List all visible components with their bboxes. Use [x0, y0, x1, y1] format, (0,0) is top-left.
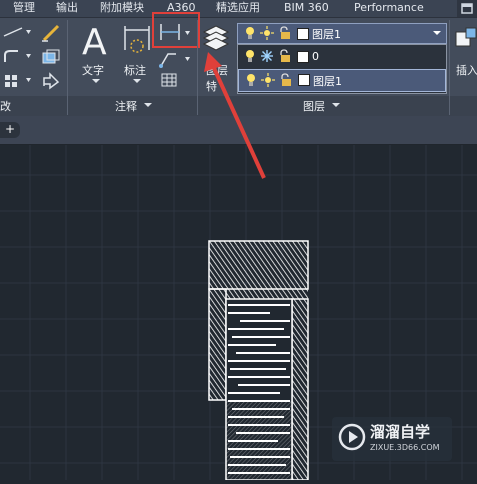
array-tool-icon[interactable] [2, 72, 32, 88]
menu-bar: 管理 输出 附加模块 A360 精选应用 BIM 360 Performance [0, 0, 477, 18]
line-tool-icon[interactable] [2, 24, 32, 40]
text-label: 文字 [82, 64, 104, 77]
layer-properties-icon[interactable] [202, 22, 232, 56]
unlock-icon [280, 49, 290, 62]
layer-option-name: 图层1 [313, 75, 342, 88]
layer-dropdown[interactable]: 图层1 [237, 23, 447, 44]
chevron-down-icon [144, 103, 152, 107]
menu-manage[interactable]: 管理 [13, 1, 35, 15]
watermark-url: ZIXUE.3D66.COM [370, 443, 440, 452]
text-icon: A [82, 22, 107, 63]
lightbulb-icon [246, 50, 254, 62]
linear-dimension-icon[interactable] [158, 22, 194, 42]
minimize-ribbon-icon [461, 3, 473, 14]
watermark: 溜溜自学 ZIXUE.3D66.COM [332, 417, 452, 461]
sun-icon [260, 26, 274, 40]
layer-color-swatch [298, 74, 310, 86]
layer-properties-label-2: 特 [206, 80, 217, 93]
stretch-tool-icon[interactable] [40, 72, 62, 90]
chevron-down-icon [332, 103, 340, 107]
current-layer-name: 图层1 [312, 28, 341, 41]
layer-dropdown-list: 0 图层1 [237, 44, 447, 94]
dimension-label: 标注 [124, 64, 146, 77]
menu-performance[interactable]: Performance [354, 1, 424, 15]
snowflake-icon [261, 50, 273, 62]
annotation-panel-title[interactable]: 注释 [115, 98, 137, 114]
panel-separator [197, 20, 198, 115]
modify-panel-title[interactable]: 改 [0, 98, 11, 114]
panel-separator [67, 20, 68, 115]
copy-tool-icon[interactable] [40, 48, 62, 66]
wall-section-drawing [208, 240, 309, 481]
watermark-title: 溜溜自学 [370, 423, 431, 441]
unlock-icon [281, 73, 291, 86]
file-tab-bar: + [0, 116, 477, 145]
fillet-tool-icon[interactable] [2, 48, 32, 64]
layer-option-1[interactable]: 图层1 [238, 69, 446, 92]
layers-panel-title[interactable]: 图层 [303, 98, 325, 114]
leader-tool-icon[interactable] [158, 50, 194, 68]
panel-separator [449, 20, 450, 115]
lightbulb-icon [246, 27, 254, 39]
play-logo-icon [338, 423, 366, 451]
menu-bim360[interactable]: BIM 360 [284, 1, 329, 15]
table-tool-icon[interactable] [160, 72, 178, 88]
erase-pen-icon[interactable] [40, 24, 62, 42]
ribbon-toggle-button[interactable] [457, 0, 477, 17]
menu-output[interactable]: 输出 [56, 1, 78, 15]
lightbulb-icon [247, 74, 255, 86]
unlock-icon [280, 26, 290, 39]
dimension-button[interactable]: 标注 [120, 20, 154, 90]
sun-icon [261, 73, 275, 87]
svg-text:A: A [82, 22, 107, 60]
layer-option-0[interactable]: 0 [238, 46, 444, 67]
layer-color-swatch [297, 51, 309, 63]
menu-featured-apps[interactable]: 精选应用 [216, 1, 260, 15]
insert-block-icon[interactable] [452, 26, 477, 56]
menu-addins[interactable]: 附加模块 [100, 1, 144, 15]
plus-icon: + [5, 122, 16, 136]
layer-option-name: 0 [312, 50, 319, 63]
layer-properties-label: 图层 [206, 64, 228, 77]
text-button[interactable]: A 文字 [76, 20, 116, 90]
dimension-icon [124, 26, 150, 53]
chevron-down-icon [133, 79, 141, 83]
insert-label: 插入 [456, 64, 477, 77]
chevron-down-icon [433, 31, 441, 35]
new-tab-button[interactable]: + [0, 122, 20, 138]
panel-title-bar [0, 96, 477, 116]
layer-color-swatch [297, 28, 309, 40]
chevron-down-icon [92, 79, 100, 83]
